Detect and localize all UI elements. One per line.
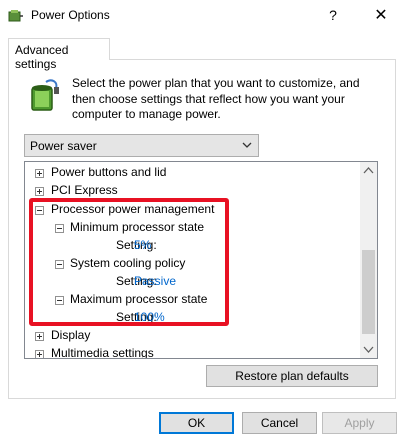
title-bar: Power Options ? ✕ — [0, 0, 404, 31]
scrollbar-thumb[interactable] — [362, 250, 375, 334]
close-button[interactable]: ✕ — [358, 0, 404, 31]
scroll-up-icon[interactable] — [360, 162, 377, 179]
tree-item-label: Display — [51, 328, 91, 342]
tree-item-multimedia[interactable]: Multimedia settings — [25, 346, 355, 359]
power-options-icon — [8, 10, 23, 22]
chevron-down-icon — [242, 142, 252, 148]
expand-plus-icon[interactable] — [35, 187, 44, 196]
tree-item-label: Multimedia settings — [51, 346, 154, 359]
window-title: Power Options — [31, 8, 110, 22]
scroll-down-icon[interactable] — [360, 341, 377, 358]
tab-advanced-settings[interactable]: Advanced settings — [8, 38, 110, 71]
cancel-button[interactable]: Cancel — [242, 412, 317, 434]
restore-plan-defaults-button[interactable]: Restore plan defaults — [206, 365, 378, 387]
expand-plus-icon[interactable] — [35, 169, 44, 178]
power-plan-value: Power saver — [30, 139, 97, 153]
ok-button[interactable]: OK — [159, 412, 234, 434]
tree-item-display[interactable]: Display — [25, 328, 355, 346]
tab-label: Advanced settings — [15, 43, 69, 71]
tree-item-label: Power buttons and lid — [51, 165, 167, 179]
tree-item-label: PCI Express — [51, 183, 118, 197]
power-plan-dropdown[interactable]: Power saver — [24, 134, 259, 157]
tree-scrollbar[interactable] — [360, 162, 377, 358]
help-button[interactable]: ? — [310, 0, 356, 31]
battery-plan-icon — [31, 79, 59, 111]
plan-description: Select the power plan that you want to c… — [72, 76, 360, 121]
tree-item-power-buttons[interactable]: Power buttons and lid — [25, 165, 355, 183]
highlight-box — [29, 198, 229, 326]
apply-button[interactable]: Apply — [322, 412, 397, 434]
expand-plus-icon[interactable] — [35, 350, 44, 358]
expand-plus-icon[interactable] — [35, 332, 44, 341]
